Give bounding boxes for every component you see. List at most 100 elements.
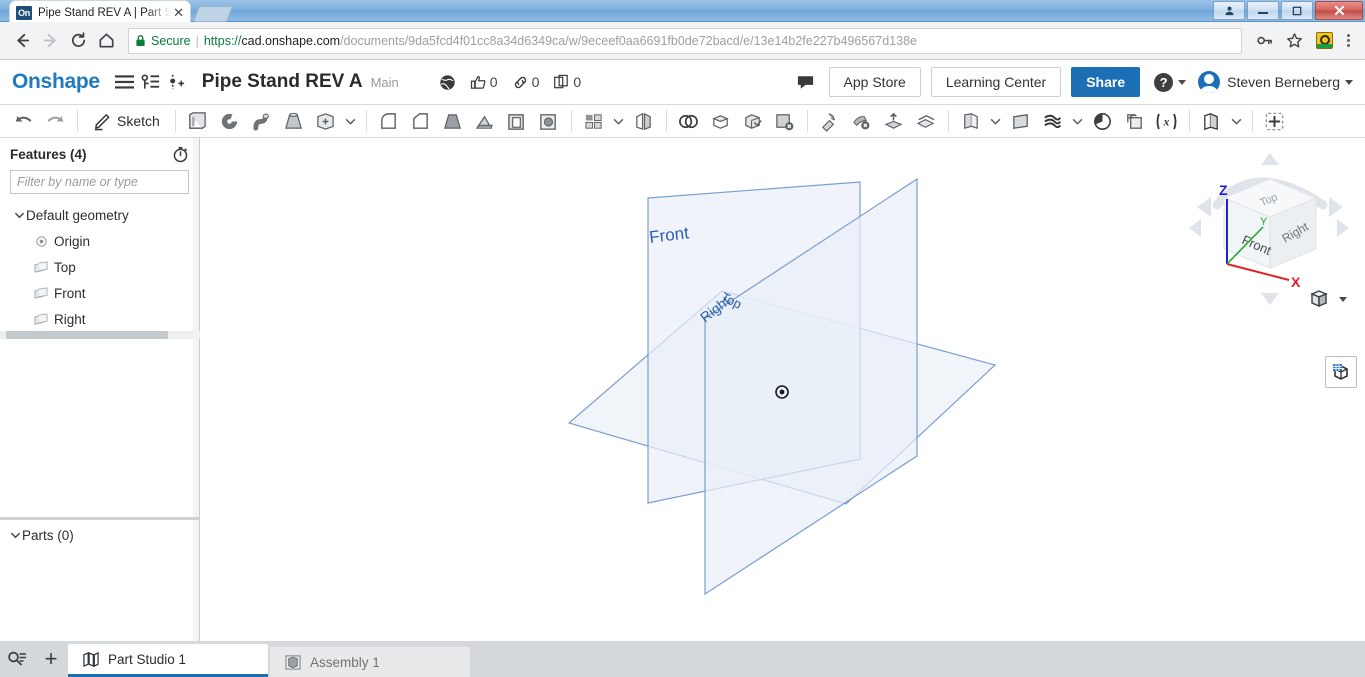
revolve-icon[interactable]: [215, 107, 245, 135]
add-tab-button[interactable]: +: [34, 641, 68, 677]
assembly-icon: [285, 654, 301, 670]
key-icon[interactable]: [1250, 27, 1278, 55]
hole-icon[interactable]: [534, 107, 564, 135]
tree-item-front[interactable]: Front: [0, 280, 199, 306]
feature-filter-input[interactable]: [17, 175, 182, 189]
derived-icon[interactable]: [1120, 107, 1150, 135]
url-text: https://cad.onshape.com/documents/9da5fc…: [204, 34, 917, 48]
restore-button[interactable]: [1281, 1, 1313, 20]
chevron-down-icon[interactable]: [12, 211, 26, 219]
sheet-metal-chevron-down-icon[interactable]: [988, 118, 1004, 125]
boolean-icon[interactable]: [674, 107, 704, 135]
address-bar[interactable]: Secure | https://cad.onshape.com/documen…: [128, 27, 1242, 54]
browser-tab-strip: On Pipe Stand REV A | Part S ✕: [0, 0, 1220, 24]
sheet-metal-icon[interactable]: [956, 107, 986, 135]
user-name: Steven Berneberg: [1227, 74, 1340, 90]
fillet-icon[interactable]: [374, 107, 404, 135]
loft-icon[interactable]: [279, 107, 309, 135]
help-chevron-down-icon[interactable]: [1178, 79, 1187, 85]
graphics-viewport[interactable]: Front Top Right Top Front Right Z X Y: [200, 138, 1365, 641]
tab-part-studio-1[interactable]: Part Studio 1: [68, 644, 268, 677]
home-icon[interactable]: [92, 27, 120, 55]
surface-chevron-down-icon[interactable]: [343, 118, 359, 125]
reload-icon[interactable]: [64, 27, 92, 55]
tab-assembly-1[interactable]: Assembly 1: [270, 647, 470, 677]
version-graph-icon[interactable]: [138, 69, 164, 95]
tree-item-origin[interactable]: Origin: [0, 228, 199, 254]
redo-icon[interactable]: [40, 107, 70, 135]
feature-filter-box[interactable]: [10, 170, 189, 194]
tree-group-default-geometry[interactable]: Default geometry: [0, 202, 199, 228]
appearance-panel-button[interactable]: [1325, 356, 1357, 388]
share-button[interactable]: Share: [1071, 67, 1141, 97]
copy-counter[interactable]: 0: [553, 74, 581, 91]
chevron-down-icon[interactable]: [8, 531, 22, 539]
toolbar-actions: [1250, 27, 1357, 55]
transform-icon[interactable]: [815, 107, 845, 135]
configuration-icon[interactable]: [1197, 107, 1227, 135]
tab-search-icon[interactable]: [0, 641, 34, 677]
hamburger-menu-icon[interactable]: [112, 69, 138, 95]
bookmark-star-icon[interactable]: [1280, 27, 1308, 55]
sketch-button[interactable]: Sketch: [85, 107, 168, 135]
rollback-timer-icon[interactable]: [172, 146, 189, 163]
extension-icon[interactable]: [1310, 27, 1338, 55]
close-tab-icon[interactable]: ✕: [173, 5, 184, 21]
sweep-icon[interactable]: [247, 107, 277, 135]
thumbs-up-counter[interactable]: 0: [470, 74, 498, 91]
add-custom-feature-icon[interactable]: [1260, 107, 1290, 135]
chrome-menu-icon[interactable]: [1340, 34, 1357, 47]
mirror-icon[interactable]: [629, 107, 659, 135]
enclose-icon[interactable]: [738, 107, 768, 135]
comment-icon[interactable]: [793, 69, 819, 95]
links-count: 0: [531, 74, 540, 90]
help-icon[interactable]: ?: [1154, 72, 1174, 92]
undo-icon[interactable]: [8, 107, 38, 135]
new-tab-button[interactable]: [193, 6, 233, 22]
delete-face-icon[interactable]: [847, 107, 877, 135]
draft-icon[interactable]: [438, 107, 468, 135]
split-icon[interactable]: [706, 107, 736, 135]
curve-icon[interactable]: [1038, 107, 1068, 135]
svg-text:x: x: [1163, 116, 1170, 128]
curve-chevron-down-icon[interactable]: [1070, 118, 1086, 125]
feature-panel-vscrollbar[interactable]: [193, 138, 199, 641]
app-store-button[interactable]: App Store: [828, 67, 921, 97]
browser-window: On Pipe Stand REV A | Part S ✕ Secure | …: [0, 0, 1365, 677]
display-style-button[interactable]: [1308, 288, 1347, 310]
back-icon[interactable]: [8, 27, 36, 55]
variable-icon[interactable]: x: [1152, 107, 1182, 135]
feature-tree-hscrollbar[interactable]: [6, 331, 168, 339]
avatar[interactable]: [1198, 71, 1221, 93]
tree-item-right[interactable]: Right: [0, 306, 199, 332]
chamfer-icon[interactable]: [406, 107, 436, 135]
minimize-button[interactable]: [1247, 1, 1279, 20]
parts-section-header[interactable]: Parts (0): [0, 522, 200, 548]
create-version-icon[interactable]: [164, 69, 190, 95]
surface-group-icon[interactable]: [311, 107, 341, 135]
replace-face-icon[interactable]: [911, 107, 941, 135]
display-style-chevron-down-icon[interactable]: [1339, 296, 1347, 302]
user-chevron-down-icon[interactable]: [1345, 79, 1353, 85]
plane-icon[interactable]: [1006, 107, 1036, 135]
configuration-chevron-down-icon[interactable]: [1229, 118, 1245, 125]
pattern-chevron-down-icon[interactable]: [611, 118, 627, 125]
pattern-icon[interactable]: [579, 107, 609, 135]
tree-item-top[interactable]: Top: [0, 254, 199, 280]
move-face-icon[interactable]: [879, 107, 909, 135]
browser-tab[interactable]: On Pipe Stand REV A | Part S ✕: [10, 1, 190, 24]
window-user-button[interactable]: [1213, 1, 1245, 20]
extrude-icon[interactable]: [183, 107, 213, 135]
shell-icon[interactable]: [502, 107, 532, 135]
rib-icon[interactable]: [470, 107, 500, 135]
delete-part-icon[interactable]: [770, 107, 800, 135]
mass-properties-icon[interactable]: [1088, 107, 1118, 135]
globe-icon[interactable]: [439, 74, 456, 91]
link-counter[interactable]: 0: [512, 74, 540, 91]
panel-splitter[interactable]: [0, 517, 200, 520]
learning-center-button[interactable]: Learning Center: [930, 67, 1062, 97]
onshape-logo[interactable]: Onshape: [12, 70, 100, 94]
browser-toolbar: Secure | https://cad.onshape.com/documen…: [0, 22, 1365, 60]
close-button[interactable]: [1315, 1, 1363, 20]
window-title-bar: On Pipe Stand REV A | Part S ✕: [0, 0, 1365, 24]
